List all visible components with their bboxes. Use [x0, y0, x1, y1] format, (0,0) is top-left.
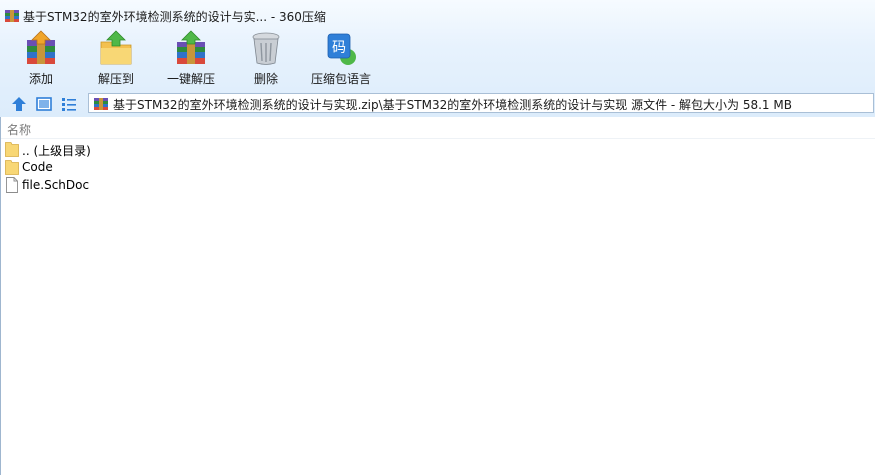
add-label: 添加: [28, 72, 53, 86]
file-icon: [6, 177, 18, 193]
extract-to-button[interactable]: 解压到: [80, 30, 152, 88]
address-row: 基于STM32的室外环境检测系统的设计与实现.zip\基于STM32的室外环境检…: [0, 91, 875, 117]
archive-app-icon: [5, 10, 19, 22]
language-icon-char: 码: [332, 40, 346, 56]
one-click-extract-button[interactable]: 一键解压: [155, 30, 227, 88]
file-list: 名称 .. (上级目录) Code file.SchDoc: [0, 117, 875, 475]
one-click-extract-label: 一键解压: [166, 72, 215, 86]
add-archive-icon: [27, 30, 55, 64]
one-click-extract-icon: [177, 30, 205, 64]
address-bar[interactable]: 基于STM32的室外环境检测系统的设计与实现.zip\基于STM32的室外环境检…: [88, 93, 874, 113]
archive-path-icon: [94, 98, 108, 110]
window-chrome: 基于STM32的室外环境检测系统的设计与实... - 360压缩 添加 解压到: [0, 0, 875, 117]
language-icon: 码: [327, 33, 356, 65]
title-bar: 基于STM32的室外环境检测系统的设计与实... - 360压缩: [0, 0, 875, 30]
archive-language-button[interactable]: 码 压缩包语言: [303, 30, 379, 88]
extract-folder-icon: [100, 30, 132, 65]
toolbar: 添加 解压到 一键解压 删除 码 压缩包语言: [0, 30, 875, 90]
thumbnail-view-icon[interactable]: [35, 95, 53, 113]
window-title: 基于STM32的室外环境检测系统的设计与实... - 360压缩: [23, 10, 326, 24]
list-item-code-folder[interactable]: Code: [5, 158, 305, 176]
extract-to-label: 解压到: [97, 72, 134, 86]
add-button[interactable]: 添加: [5, 30, 77, 88]
delete-button[interactable]: 删除: [230, 30, 302, 88]
list-item-name: .. (上级目录): [22, 144, 91, 158]
list-item-name: file.SchDoc: [22, 178, 90, 192]
list-item-parent-dir[interactable]: .. (上级目录): [5, 140, 305, 158]
trash-icon: [252, 32, 280, 65]
folder-icon: [5, 142, 19, 157]
list-item-schdoc-file[interactable]: file.SchDoc: [5, 176, 305, 194]
address-path: 基于STM32的室外环境检测系统的设计与实现.zip\基于STM32的室外环境检…: [113, 98, 792, 112]
list-view-icon[interactable]: [60, 95, 78, 113]
archive-language-label: 压缩包语言: [310, 72, 371, 86]
delete-label: 删除: [253, 72, 278, 86]
list-item-name: Code: [22, 160, 53, 174]
name-column-header[interactable]: 名称: [7, 121, 31, 138]
up-arrow-icon[interactable]: [10, 95, 28, 113]
folder-icon: [5, 160, 19, 175]
header-divider: [1, 138, 875, 139]
